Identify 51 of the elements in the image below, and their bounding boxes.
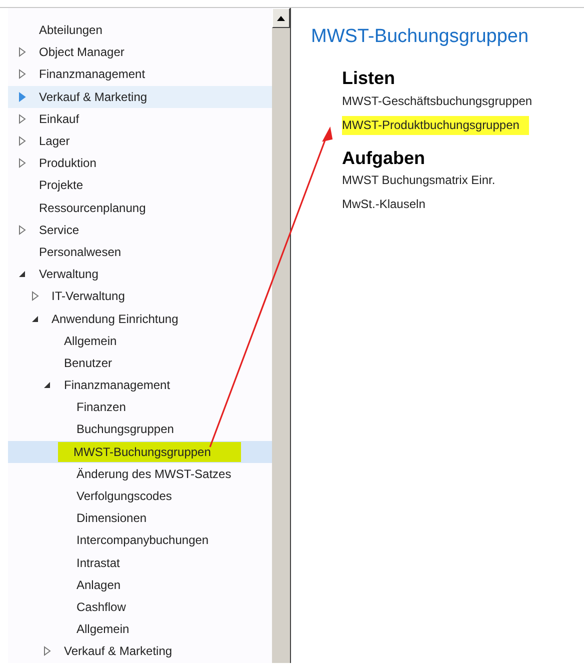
collapsed-triangle-icon[interactable]	[18, 224, 27, 235]
page-link[interactable]: MWST-Geschäftsbuchungsgruppen	[342, 92, 532, 111]
tree-item[interactable]: Produktion	[8, 152, 272, 174]
section-heading: Aufgaben	[342, 148, 426, 168]
tree-item[interactable]: Intercompanybuchungen	[8, 529, 272, 552]
tree-item[interactable]: Verkauf & Marketing	[8, 640, 272, 662]
expanded-triangle-icon[interactable]	[43, 380, 52, 390]
collapsed-triangle-icon[interactable]	[18, 69, 27, 80]
collapsed-triangle-icon[interactable]	[30, 291, 40, 302]
tree-item[interactable]: Verwaltung	[8, 263, 272, 286]
collapsed-triangle-icon[interactable]	[43, 646, 52, 656]
tree-item[interactable]: Projekte	[8, 174, 272, 196]
collapsed-triangle-icon[interactable]	[18, 92, 27, 102]
tree-item[interactable]: Object Manager	[8, 41, 272, 64]
tree-item[interactable]: Anlagen	[8, 574, 272, 596]
scrollbar[interactable]	[272, 8, 290, 663]
tree-item[interactable]: Finanzmanagement	[8, 374, 272, 396]
section-heading: Listen	[342, 68, 396, 89]
tree-item[interactable]: Finanzen	[8, 396, 272, 418]
page-link[interactable]: MWST-Produktbuchungsgruppen	[342, 116, 530, 135]
tree-item[interactable]: Ressourcenplanung	[8, 196, 272, 219]
up-arrow-icon	[277, 16, 285, 20]
page-link[interactable]: MWST Buchungsmatrix Einr.	[342, 171, 496, 190]
tree-item[interactable]: Buchungsgruppen	[8, 418, 272, 441]
collapsed-triangle-icon[interactable]	[18, 114, 27, 124]
tree-item[interactable]: IT-Verwaltung	[8, 285, 272, 308]
expanded-triangle-icon[interactable]	[18, 269, 27, 280]
tree-item[interactable]: Änderung des MWST-Satzes	[8, 462, 272, 485]
expanded-triangle-icon[interactable]	[30, 314, 40, 324]
tree-item[interactable]: Abteilungen	[8, 19, 272, 42]
tree-item[interactable]: Service	[8, 218, 272, 241]
tree-item[interactable]: Benutzer	[8, 352, 272, 374]
tree-item[interactable]: Personalwesen	[8, 240, 272, 264]
tree-item[interactable]: Anwendung Einrichtung	[8, 307, 272, 330]
page-link[interactable]: MwSt.-Klauseln	[342, 195, 426, 214]
tree-item[interactable]: Allgemein	[8, 618, 272, 640]
scroll-up-button[interactable]	[272, 8, 290, 28]
tree-item[interactable]: Cashflow	[8, 596, 272, 618]
tree-item[interactable]: Verkauf & Marketing	[8, 86, 272, 108]
tree-item[interactable]: Verfolgungscodes	[8, 484, 272, 508]
collapsed-triangle-icon[interactable]	[18, 47, 27, 58]
tree-item[interactable]: Intrastat	[8, 552, 272, 574]
page-title: MWST-Buchungsgruppen	[311, 26, 530, 49]
tree-item[interactable]: Dimensionen	[8, 507, 272, 530]
tree-item[interactable]: Lager	[8, 130, 272, 152]
collapsed-triangle-icon[interactable]	[18, 158, 27, 168]
collapsed-triangle-icon[interactable]	[18, 136, 27, 146]
tree-item[interactable]: Finanzmanagement	[8, 63, 272, 86]
tree-item[interactable]: Einkauf	[8, 108, 272, 130]
tree-item[interactable]: Allgemein	[8, 330, 272, 352]
tree-item[interactable]: MWST-Buchungsgruppen	[8, 440, 272, 463]
